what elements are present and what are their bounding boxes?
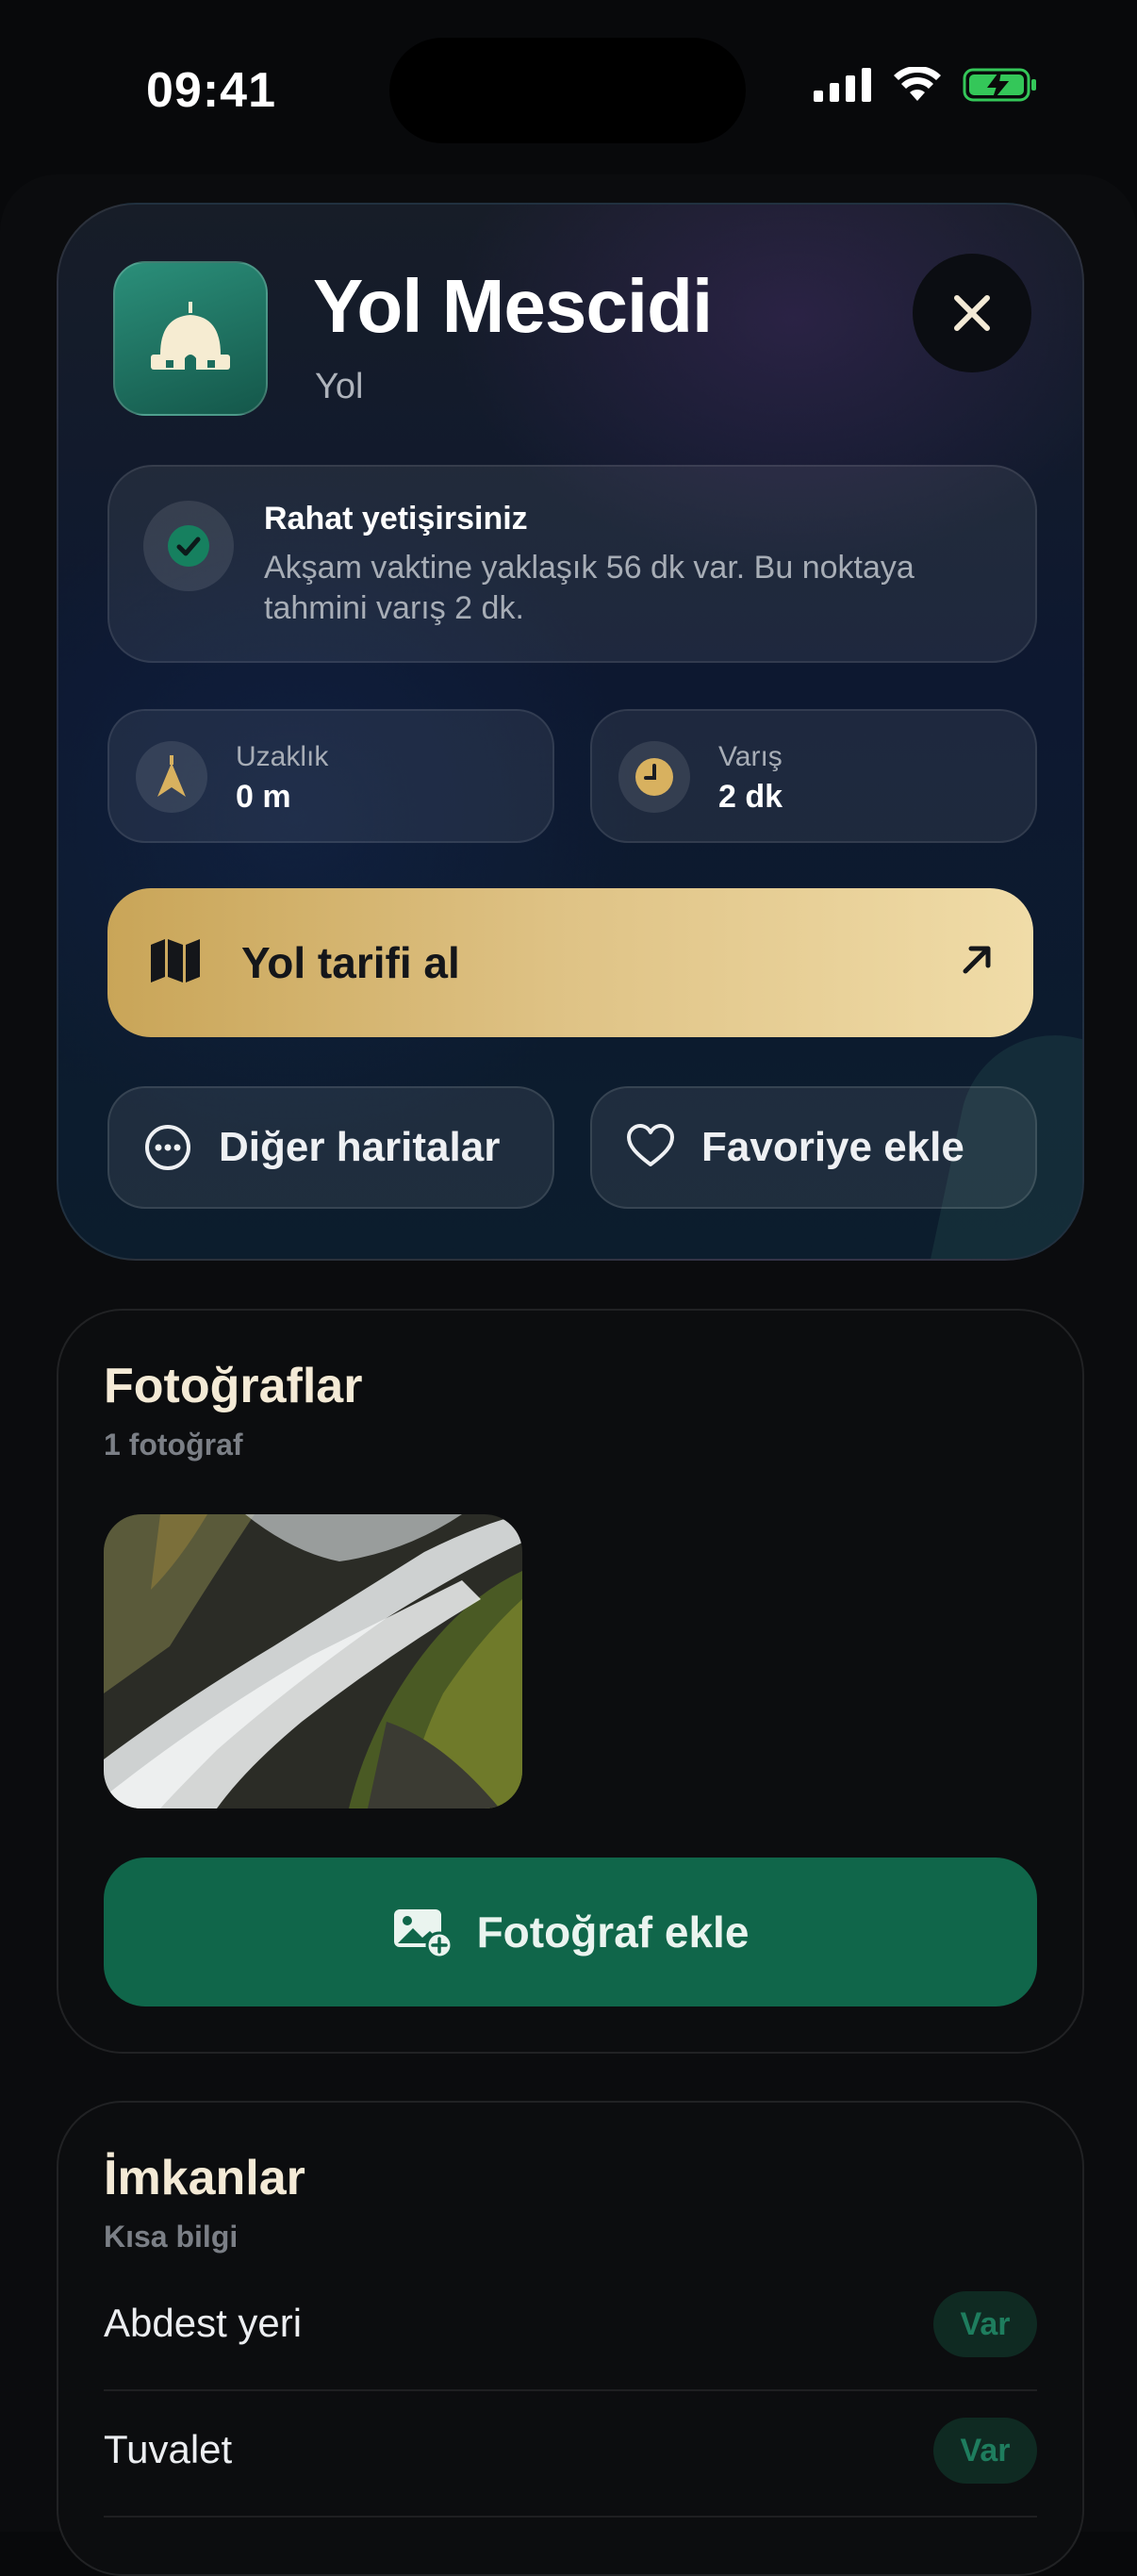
photo-thumbnail[interactable] (104, 1514, 522, 1808)
directions-label: Yol tarifi al (241, 938, 460, 987)
wifi-icon (894, 67, 941, 101)
amenities-title: İmkanlar (104, 2151, 305, 2205)
other-maps-button[interactable]: Diğer haritalar (107, 1086, 554, 1209)
map-icon (151, 939, 200, 983)
arrow-up-right-icon (963, 946, 991, 974)
amenities-card: İmkanlar Kısa bilgi Abdest yeri Var Tuva… (57, 2101, 1084, 2576)
photos-count: 1 fotoğraf (104, 1428, 243, 1461)
add-photo-button[interactable]: Fotoğraf ekle (104, 1858, 1037, 2006)
heart-icon (627, 1124, 674, 1166)
status-icons (814, 66, 1038, 104)
notice-title: Rahat yetişirsiniz (264, 501, 528, 537)
clock-icon (618, 741, 690, 813)
check-circle-icon (143, 501, 234, 591)
amenity-row: Abdest yeri Var (104, 2263, 1037, 2391)
distance-label: Uzaklık (236, 741, 329, 772)
other-maps-label: Diğer haritalar (219, 1124, 501, 1170)
arrival-value: 2 dk (718, 779, 783, 815)
arrival-stat: Varış 2 dk (590, 709, 1037, 843)
photos-title: Fotoğraflar (104, 1359, 363, 1413)
more-circle-icon (145, 1125, 190, 1170)
compass-icon (136, 741, 207, 813)
close-button[interactable] (913, 254, 1031, 372)
amenities-subtitle: Kısa bilgi (104, 2220, 239, 2254)
amenity-badge: Var (933, 2291, 1037, 2357)
amenity-row: Tuvalet Var (104, 2389, 1037, 2518)
favorite-button[interactable]: Favoriye ekle (590, 1086, 1037, 1209)
status-bar: 09:41 (0, 0, 1137, 179)
favorite-label: Favoriye ekle (701, 1124, 964, 1170)
place-header-card: Yol Mescidi Yol Rahat yetişirsiniz Akşam… (57, 203, 1084, 1261)
directions-button[interactable]: Yol tarifi al (107, 888, 1033, 1037)
photos-card: Fotoğraflar 1 fotoğraf Fotoğraf ekle (57, 1309, 1084, 2054)
distance-stat: Uzaklık 0 m (107, 709, 554, 843)
add-photo-label: Fotoğraf ekle (476, 1907, 750, 1957)
close-icon (954, 295, 990, 331)
cellular-signal-icon (814, 68, 871, 102)
distance-value: 0 m (236, 779, 291, 815)
amenity-label: Tuvalet (104, 2427, 233, 2471)
dynamic-island (389, 38, 746, 143)
arrival-label: Varış (718, 741, 783, 772)
add-photo-icon (393, 1909, 453, 1958)
mosque-icon (113, 261, 268, 416)
notice-text: Akşam vaktine yaklaşık 56 dk var. Bu nok… (264, 550, 915, 626)
battery-charging-icon (963, 68, 1036, 102)
place-category: Yol (315, 367, 364, 406)
amenity-label: Abdest yeri (104, 2301, 303, 2345)
page-title: Yol Mescidi (313, 264, 713, 348)
arrival-notice: Rahat yetişirsiniz Akşam vaktine yaklaşı… (107, 465, 1037, 663)
status-time: 09:41 (146, 63, 276, 118)
amenity-badge: Var (933, 2418, 1037, 2484)
